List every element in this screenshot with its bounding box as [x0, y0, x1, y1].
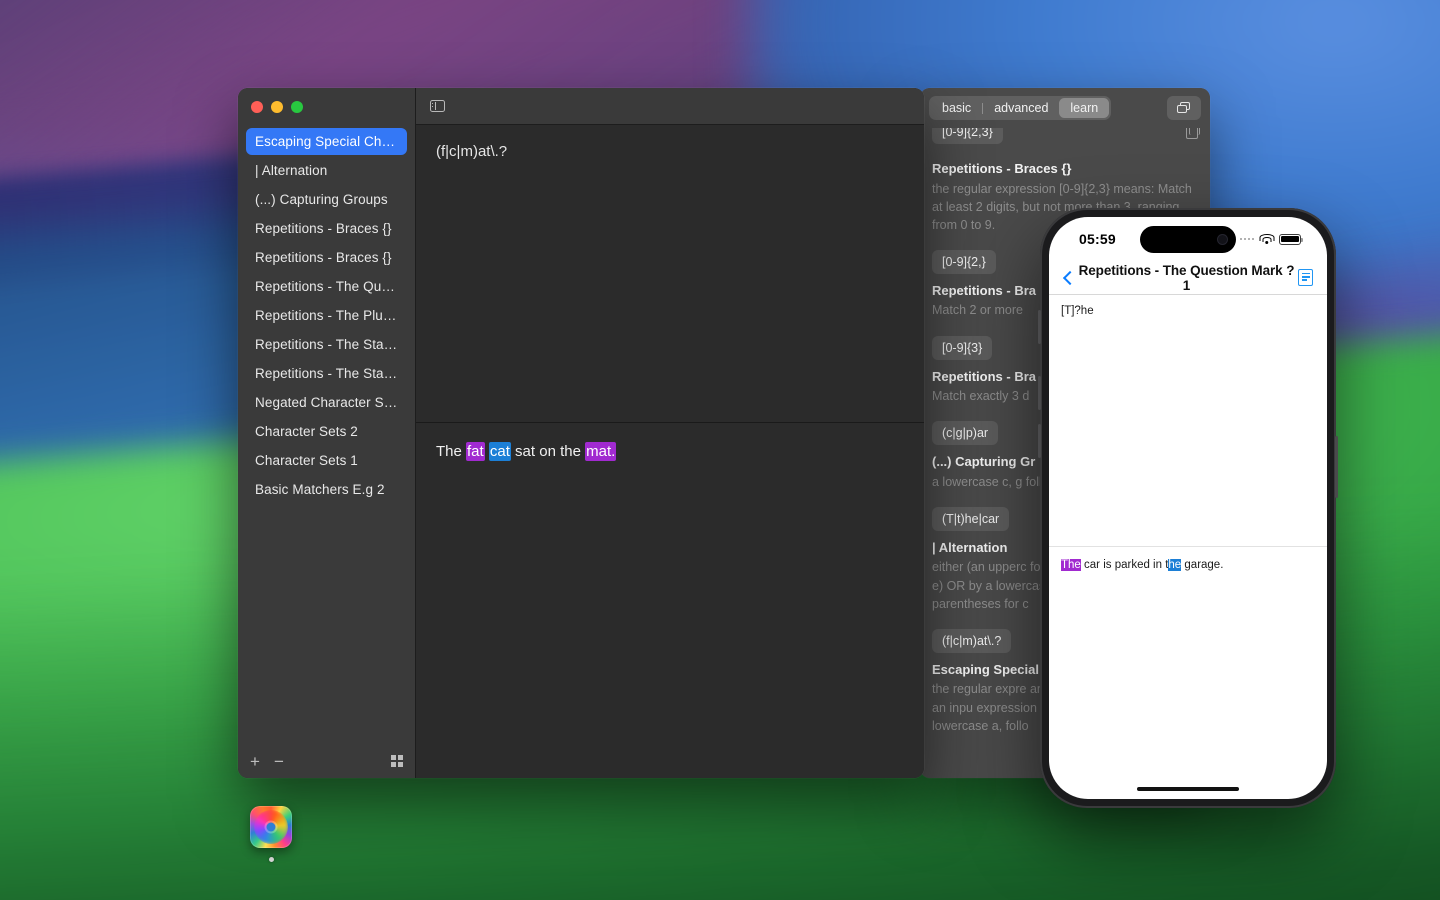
learn-entry-title: Repetitions - Braces {}	[932, 161, 1072, 176]
sidebar-item-question-mark[interactable]: Repetitions - The Que...	[246, 273, 407, 300]
sidebar-item-braces-1[interactable]: Repetitions - Braces {}	[246, 215, 407, 242]
sidebar-item-star-1[interactable]: Repetitions - The Star...	[246, 331, 407, 358]
learn-entry[interactable]: [0-9]{2,3}	[932, 128, 1200, 144]
home-indicator[interactable]	[1137, 786, 1239, 791]
tab-learn[interactable]: learn	[1059, 98, 1110, 118]
dynamic-island	[1140, 226, 1236, 253]
grid-icon[interactable]	[390, 754, 403, 768]
add-snippet-button[interactable]: +	[250, 753, 260, 770]
status-bar-time: 05:59	[1079, 231, 1116, 247]
close-button[interactable]	[251, 101, 263, 113]
regex-pattern-text[interactable]: (f|c|m)at\.?	[436, 143, 904, 160]
editor-toolbar	[416, 88, 924, 125]
sidebar-item-alternation[interactable]: | Alternation	[246, 157, 407, 184]
test-segment: The	[436, 443, 467, 460]
editor-column: (f|c|m)at\.? The fat cat sat on the mat.	[416, 88, 924, 778]
sidebar-item-capturing-groups[interactable]: (...) Capturing Groups	[246, 186, 407, 213]
sidebar-item-character-sets-1[interactable]: Character Sets 1	[246, 447, 407, 474]
learn-pattern-chip[interactable]: [0-9]{2,}	[932, 249, 996, 274]
iphone-device: 05:59 Repetitions - The Question Mark ? …	[1038, 208, 1338, 808]
sidebar-item-negated-character-sets[interactable]: Negated Character Sets	[246, 389, 407, 416]
ios-nav-bar: Repetitions - The Question Mark ? 1	[1049, 261, 1327, 295]
maximize-button[interactable]	[291, 101, 303, 113]
mode-segmented-control[interactable]: basic advanced learn	[929, 96, 1112, 120]
test-string-pane[interactable]: The fat cat sat on the mat.	[416, 423, 924, 778]
match-highlight-purple: fat	[466, 442, 485, 461]
wifi-icon	[1259, 233, 1274, 245]
match-highlight-purple: The	[1061, 559, 1081, 571]
test-segment: garage.	[1181, 559, 1224, 571]
iphone-test-string-text[interactable]: The car is parked in the garage.	[1061, 557, 1315, 574]
sidebar-item-star-2[interactable]: Repetitions - The Star...	[246, 360, 407, 387]
test-segment: car is parked in t	[1080, 559, 1169, 571]
battery-icon	[1279, 233, 1303, 245]
sidebar-item-escaping-special-chars[interactable]: Escaping Special Char...	[246, 128, 407, 155]
learn-pattern-chip[interactable]: (T|t)he|car	[932, 506, 1010, 531]
sidebar-item-character-sets-2[interactable]: Character Sets 2	[246, 418, 407, 445]
sidebar-item-braces-2[interactable]: Repetitions - Braces {}	[246, 244, 407, 271]
sidebar-item-plus[interactable]: Repetitions - The Plus +	[246, 302, 407, 329]
ios-status-bar: 05:59	[1049, 217, 1327, 261]
status-bar-indicators	[1239, 233, 1303, 245]
sidebar-toggle-icon[interactable]	[430, 100, 445, 112]
match-highlight-purple: mat.	[585, 442, 617, 461]
learn-pattern-chip[interactable]: (c|g|p)ar	[932, 421, 999, 446]
iphone-screen: 05:59 Repetitions - The Question Mark ? …	[1049, 217, 1327, 799]
minimize-button[interactable]	[271, 101, 283, 113]
learn-pattern-chip[interactable]: [0-9]{2,3}	[932, 128, 1003, 144]
app-running-indicator	[268, 857, 274, 862]
snippet-list[interactable]: Escaping Special Char... | Alternation (…	[238, 120, 415, 744]
test-segment: sat on the	[510, 443, 586, 460]
tab-advanced[interactable]: advanced	[983, 98, 1059, 118]
remove-snippet-button[interactable]: −	[274, 753, 284, 770]
traffic-lights	[238, 88, 415, 120]
window-sidebar: Escaping Special Char... | Alternation (…	[238, 88, 416, 778]
tab-basic[interactable]: basic	[931, 98, 982, 118]
regex-editor-window: Escaping Special Char... | Alternation (…	[238, 88, 924, 778]
regex-input-pane[interactable]: (f|c|m)at\.?	[416, 125, 924, 423]
match-highlight-blue: he	[1168, 559, 1182, 571]
app-icon[interactable]	[250, 806, 292, 848]
document-icon[interactable]	[1298, 269, 1313, 286]
learn-chip-row: [0-9]{2,3}	[932, 128, 1200, 144]
cellular-dots-icon	[1239, 237, 1254, 241]
match-highlight-blue: cat	[488, 442, 511, 461]
test-string-text[interactable]: The fat cat sat on the mat.	[436, 441, 904, 464]
panel-layout-button[interactable]	[1167, 96, 1201, 120]
learn-panel-toolbar: basic advanced learn	[920, 88, 1210, 128]
sidebar-item-basic-matchers[interactable]: Basic Matchers E.g 2	[246, 476, 407, 503]
learn-pattern-chip[interactable]: [0-9]{3}	[932, 335, 993, 360]
iphone-regex-pane[interactable]: [T]?he	[1049, 295, 1327, 547]
sidebar-footer-toolbar: + −	[238, 744, 415, 778]
iphone-test-string-pane[interactable]: The car is parked in the garage.	[1049, 547, 1327, 799]
copy-icon[interactable]	[1186, 128, 1200, 139]
iphone-regex-text[interactable]: [T]?he	[1061, 305, 1315, 317]
stack-icon	[1177, 102, 1191, 114]
page-title: Repetitions - The Question Mark ? 1	[1078, 262, 1295, 293]
learn-pattern-chip[interactable]: (f|c|m)at\.?	[932, 628, 1012, 653]
dock-app-regex[interactable]	[250, 806, 292, 862]
